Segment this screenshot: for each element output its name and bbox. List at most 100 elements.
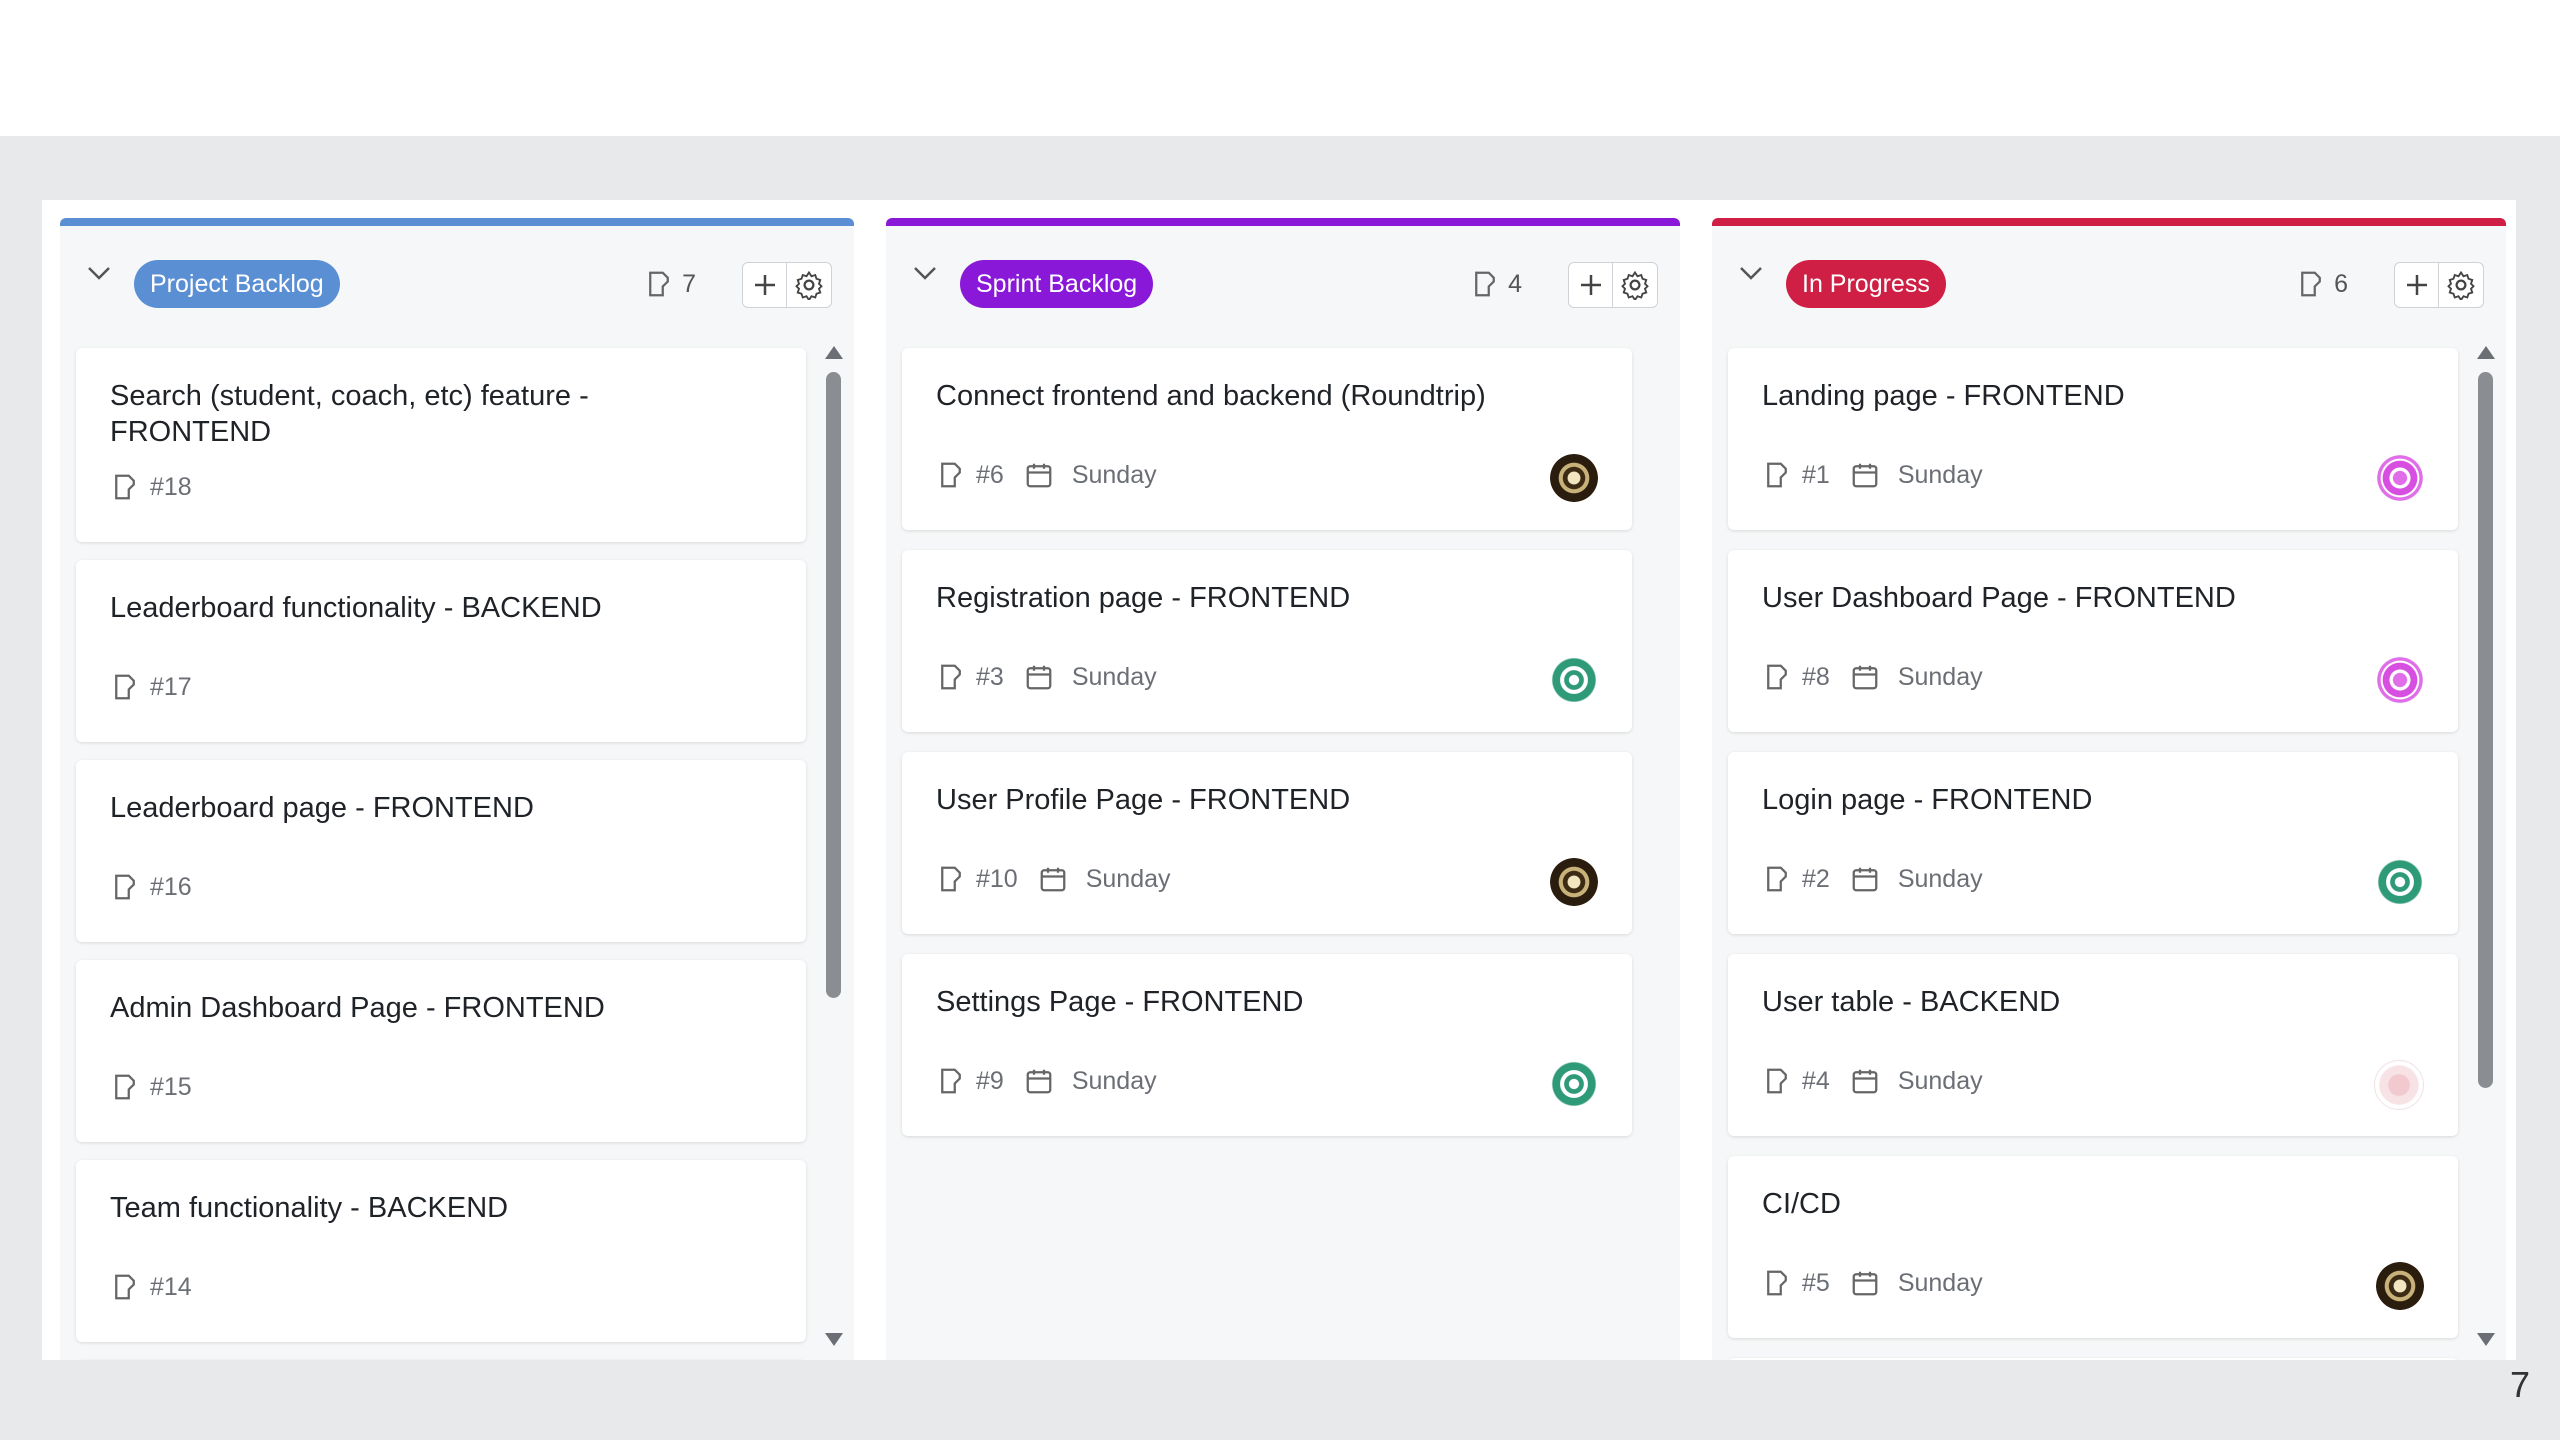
item-count: 4 (1470, 264, 1522, 304)
issue-icon (115, 1274, 135, 1300)
due-date: Sunday (1071, 1066, 1157, 1095)
avatar[interactable] (1550, 656, 1598, 704)
issue-card[interactable]: Leaderboard functionality - BACKEND #17 (76, 560, 806, 742)
plus-icon (755, 275, 775, 295)
avatar[interactable] (1550, 454, 1598, 502)
item-count: 6 (2296, 264, 2348, 304)
column-color-bar (1712, 218, 2506, 226)
plus-icon (1581, 275, 1601, 295)
due-date: Sunday (1897, 864, 1983, 893)
column-sprint-backlog: Sprint Backlog 4 Connect frontend and ba… (886, 218, 1680, 1360)
issue-number: #10 (976, 864, 1018, 893)
issue-number: #5 (1802, 1268, 1830, 1297)
issue-card[interactable]: Leaderboard page - FRONTEND #16 (76, 760, 806, 942)
column-settings-button[interactable] (786, 262, 832, 308)
avatar[interactable] (2376, 1262, 2424, 1310)
chevron-down-icon[interactable] (1736, 258, 1766, 288)
issue-icon (1767, 1068, 1787, 1094)
issue-number: #14 (150, 1272, 192, 1301)
column-color-bar (886, 218, 1680, 226)
item-count-value: 4 (1508, 269, 1522, 298)
card-title: Team functionality - BACKEND (110, 1192, 509, 1224)
card-title: Login page - FRONTEND (1762, 784, 2093, 816)
card-title: Leaderboard functionality - BACKEND (110, 592, 602, 624)
due-date: Sunday (1071, 662, 1157, 691)
avatar[interactable] (2376, 454, 2424, 502)
column-settings-button[interactable] (2438, 262, 2484, 308)
card-meta: #15 (110, 1072, 192, 1102)
card-title: User Dashboard Page - FRONTEND (1762, 582, 2236, 614)
add-item-button[interactable] (2394, 262, 2440, 308)
avatar[interactable] (2376, 858, 2424, 906)
issue-card[interactable]: Landing page - FRONTEND #1 Sunday (1728, 348, 2458, 530)
scrollbar[interactable] (2474, 346, 2496, 1346)
add-item-button[interactable] (742, 262, 788, 308)
chevron-down-icon[interactable] (84, 258, 114, 288)
issue-icon (941, 1068, 961, 1094)
issue-number: #6 (976, 460, 1004, 489)
scroll-up-arrow[interactable] (2477, 346, 2495, 359)
scroll-up-arrow[interactable] (825, 346, 843, 359)
due-date: Sunday (1085, 864, 1171, 893)
card-title: Connect frontend and backend (Roundtrip) (936, 380, 1486, 412)
gear-icon (795, 270, 823, 300)
issue-number: #9 (976, 1066, 1004, 1095)
board-panel: Project Backlog 7 Search (student, coach… (42, 200, 2516, 1360)
issue-icon (2301, 271, 2321, 297)
gear-icon (2447, 270, 2475, 300)
chevron-down-icon[interactable] (910, 258, 940, 288)
issue-card[interactable]: CI/CD #5 Sunday (1728, 1156, 2458, 1338)
column-header: Sprint Backlog 4 (886, 226, 1680, 322)
calendar-icon (1852, 665, 1878, 690)
column-title: In Progress (1786, 260, 1946, 308)
due-date: Sunday (1897, 1268, 1983, 1297)
issue-card[interactable]: User Profile Page - FRONTEND #10 Sunday (902, 752, 1632, 934)
issue-card[interactable] (1728, 1358, 2458, 1360)
scrollbar-thumb[interactable] (2478, 372, 2493, 1088)
add-item-button[interactable] (1568, 262, 1614, 308)
calendar-icon (1026, 463, 1052, 488)
card-title: CI/CD (1762, 1188, 1841, 1220)
card-meta: #3 Sunday (936, 662, 1157, 692)
issue-card[interactable]: Connect frontend and backend (Roundtrip)… (902, 348, 1632, 530)
issue-number: #1 (1802, 460, 1830, 489)
scroll-down-arrow[interactable] (2477, 1333, 2495, 1346)
calendar-icon (1852, 1271, 1878, 1296)
column-title: Sprint Backlog (960, 260, 1154, 308)
card-meta: #17 (110, 672, 192, 702)
avatar[interactable] (2376, 656, 2424, 704)
calendar-icon (1026, 1069, 1052, 1094)
card-title: Landing page - FRONTEND (1762, 380, 2125, 412)
issue-icon (115, 674, 135, 700)
scrollbar-thumb[interactable] (826, 372, 841, 998)
issue-card[interactable]: Settings Page - FRONTEND #9 Sunday (902, 954, 1632, 1136)
card-title: Registration page - FRONTEND (936, 582, 1351, 614)
card-meta: #10 Sunday (936, 864, 1171, 894)
issue-card[interactable]: Admin Dashboard Page - FRONTEND #15 (76, 960, 806, 1142)
column-project-backlog: Project Backlog 7 Search (student, coach… (60, 218, 854, 1360)
scrollbar[interactable] (822, 346, 844, 1346)
issue-icon (115, 874, 135, 900)
issue-card[interactable]: Registration page - FRONTEND #3 Sunday (902, 550, 1632, 732)
item-count-value: 7 (682, 269, 696, 298)
issue-card[interactable]: User Dashboard Page - FRONTEND #8 Sunday (1728, 550, 2458, 732)
scroll-down-arrow[interactable] (825, 1333, 843, 1346)
issue-icon (1767, 866, 1787, 892)
column-header: Project Backlog 7 (60, 226, 854, 322)
card-meta: #16 (110, 872, 192, 902)
issue-card[interactable]: User table - BACKEND #4 Sunday (1728, 954, 2458, 1136)
card-meta: #18 (110, 472, 192, 502)
avatar[interactable] (2374, 1060, 2424, 1110)
avatar[interactable] (1550, 1060, 1598, 1108)
issue-icon (1475, 271, 1495, 297)
column-settings-button[interactable] (1612, 262, 1658, 308)
card-title: Settings Page - FRONTEND (936, 986, 1304, 1018)
column-header: In Progress 6 (1712, 226, 2506, 322)
item-count: 7 (644, 264, 696, 304)
avatar[interactable] (1550, 858, 1598, 906)
top-bar (0, 0, 2560, 136)
issue-card[interactable]: Login page - FRONTEND #2 Sunday (1728, 752, 2458, 934)
due-date: Sunday (1897, 662, 1983, 691)
issue-card[interactable]: Search (student, coach, etc) feature - F… (76, 348, 806, 542)
issue-card[interactable]: Team functionality - BACKEND #14 (76, 1160, 806, 1342)
